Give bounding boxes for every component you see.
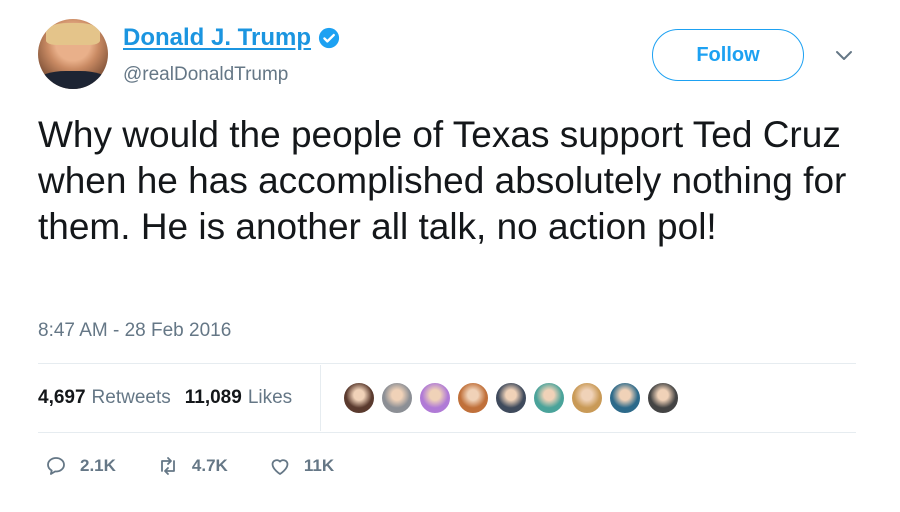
stats-row: 4,697 Retweets 11,089 Likes	[38, 387, 292, 409]
divider-bottom	[38, 432, 856, 433]
reply-icon	[47, 457, 65, 475]
like-count: 11K	[303, 456, 335, 475]
retweets-label: Retweets	[91, 387, 171, 408]
avatar-hair	[46, 23, 100, 45]
liker-avatar[interactable]	[532, 381, 566, 415]
retweets-count: 4,697	[38, 387, 86, 408]
liker-avatars	[342, 381, 684, 415]
liker-avatar[interactable]	[646, 381, 680, 415]
liker-avatar[interactable]	[418, 381, 452, 415]
tweet-timestamp[interactable]: 8:47 AM - 28 Feb 2016	[38, 320, 231, 342]
liker-avatar[interactable]	[608, 381, 642, 415]
stats-separator	[320, 365, 321, 431]
divider-top	[38, 363, 856, 364]
liker-avatar[interactable]	[342, 381, 376, 415]
chevron-down-icon[interactable]	[834, 48, 854, 62]
like-button[interactable]: 11K	[268, 454, 334, 478]
display-name[interactable]: Donald J. Trump	[123, 24, 311, 52]
likes-label: Likes	[247, 387, 293, 408]
likes-stat[interactable]: 11,089 Likes	[185, 387, 292, 409]
reply-count: 2.1K	[80, 456, 116, 475]
retweet-count: 4.7K	[191, 456, 228, 475]
tweet-text: Why would the people of Texas support Te…	[38, 114, 847, 247]
profile-avatar[interactable]	[38, 19, 108, 89]
user-handle[interactable]: @realDonaldTrump	[123, 64, 288, 86]
liker-avatar[interactable]	[456, 381, 490, 415]
retweets-stat[interactable]: 4,697 Retweets	[38, 387, 171, 409]
liker-avatar[interactable]	[570, 381, 604, 415]
avatar-suit	[38, 71, 108, 89]
follow-button[interactable]: Follow	[652, 29, 804, 81]
retweet-icon	[161, 457, 175, 475]
liker-avatar[interactable]	[380, 381, 414, 415]
name-row: Donald J. Trump	[123, 24, 340, 52]
retweet-button[interactable]: 4.7K	[156, 454, 228, 478]
verified-badge-icon	[318, 27, 340, 49]
liker-avatar[interactable]	[494, 381, 528, 415]
reply-button[interactable]: 2.1K	[44, 454, 116, 478]
likes-count: 11,089	[184, 387, 242, 408]
tweet-actions: 2.1K 4.7K 11K	[44, 454, 374, 478]
heart-icon	[271, 459, 289, 475]
